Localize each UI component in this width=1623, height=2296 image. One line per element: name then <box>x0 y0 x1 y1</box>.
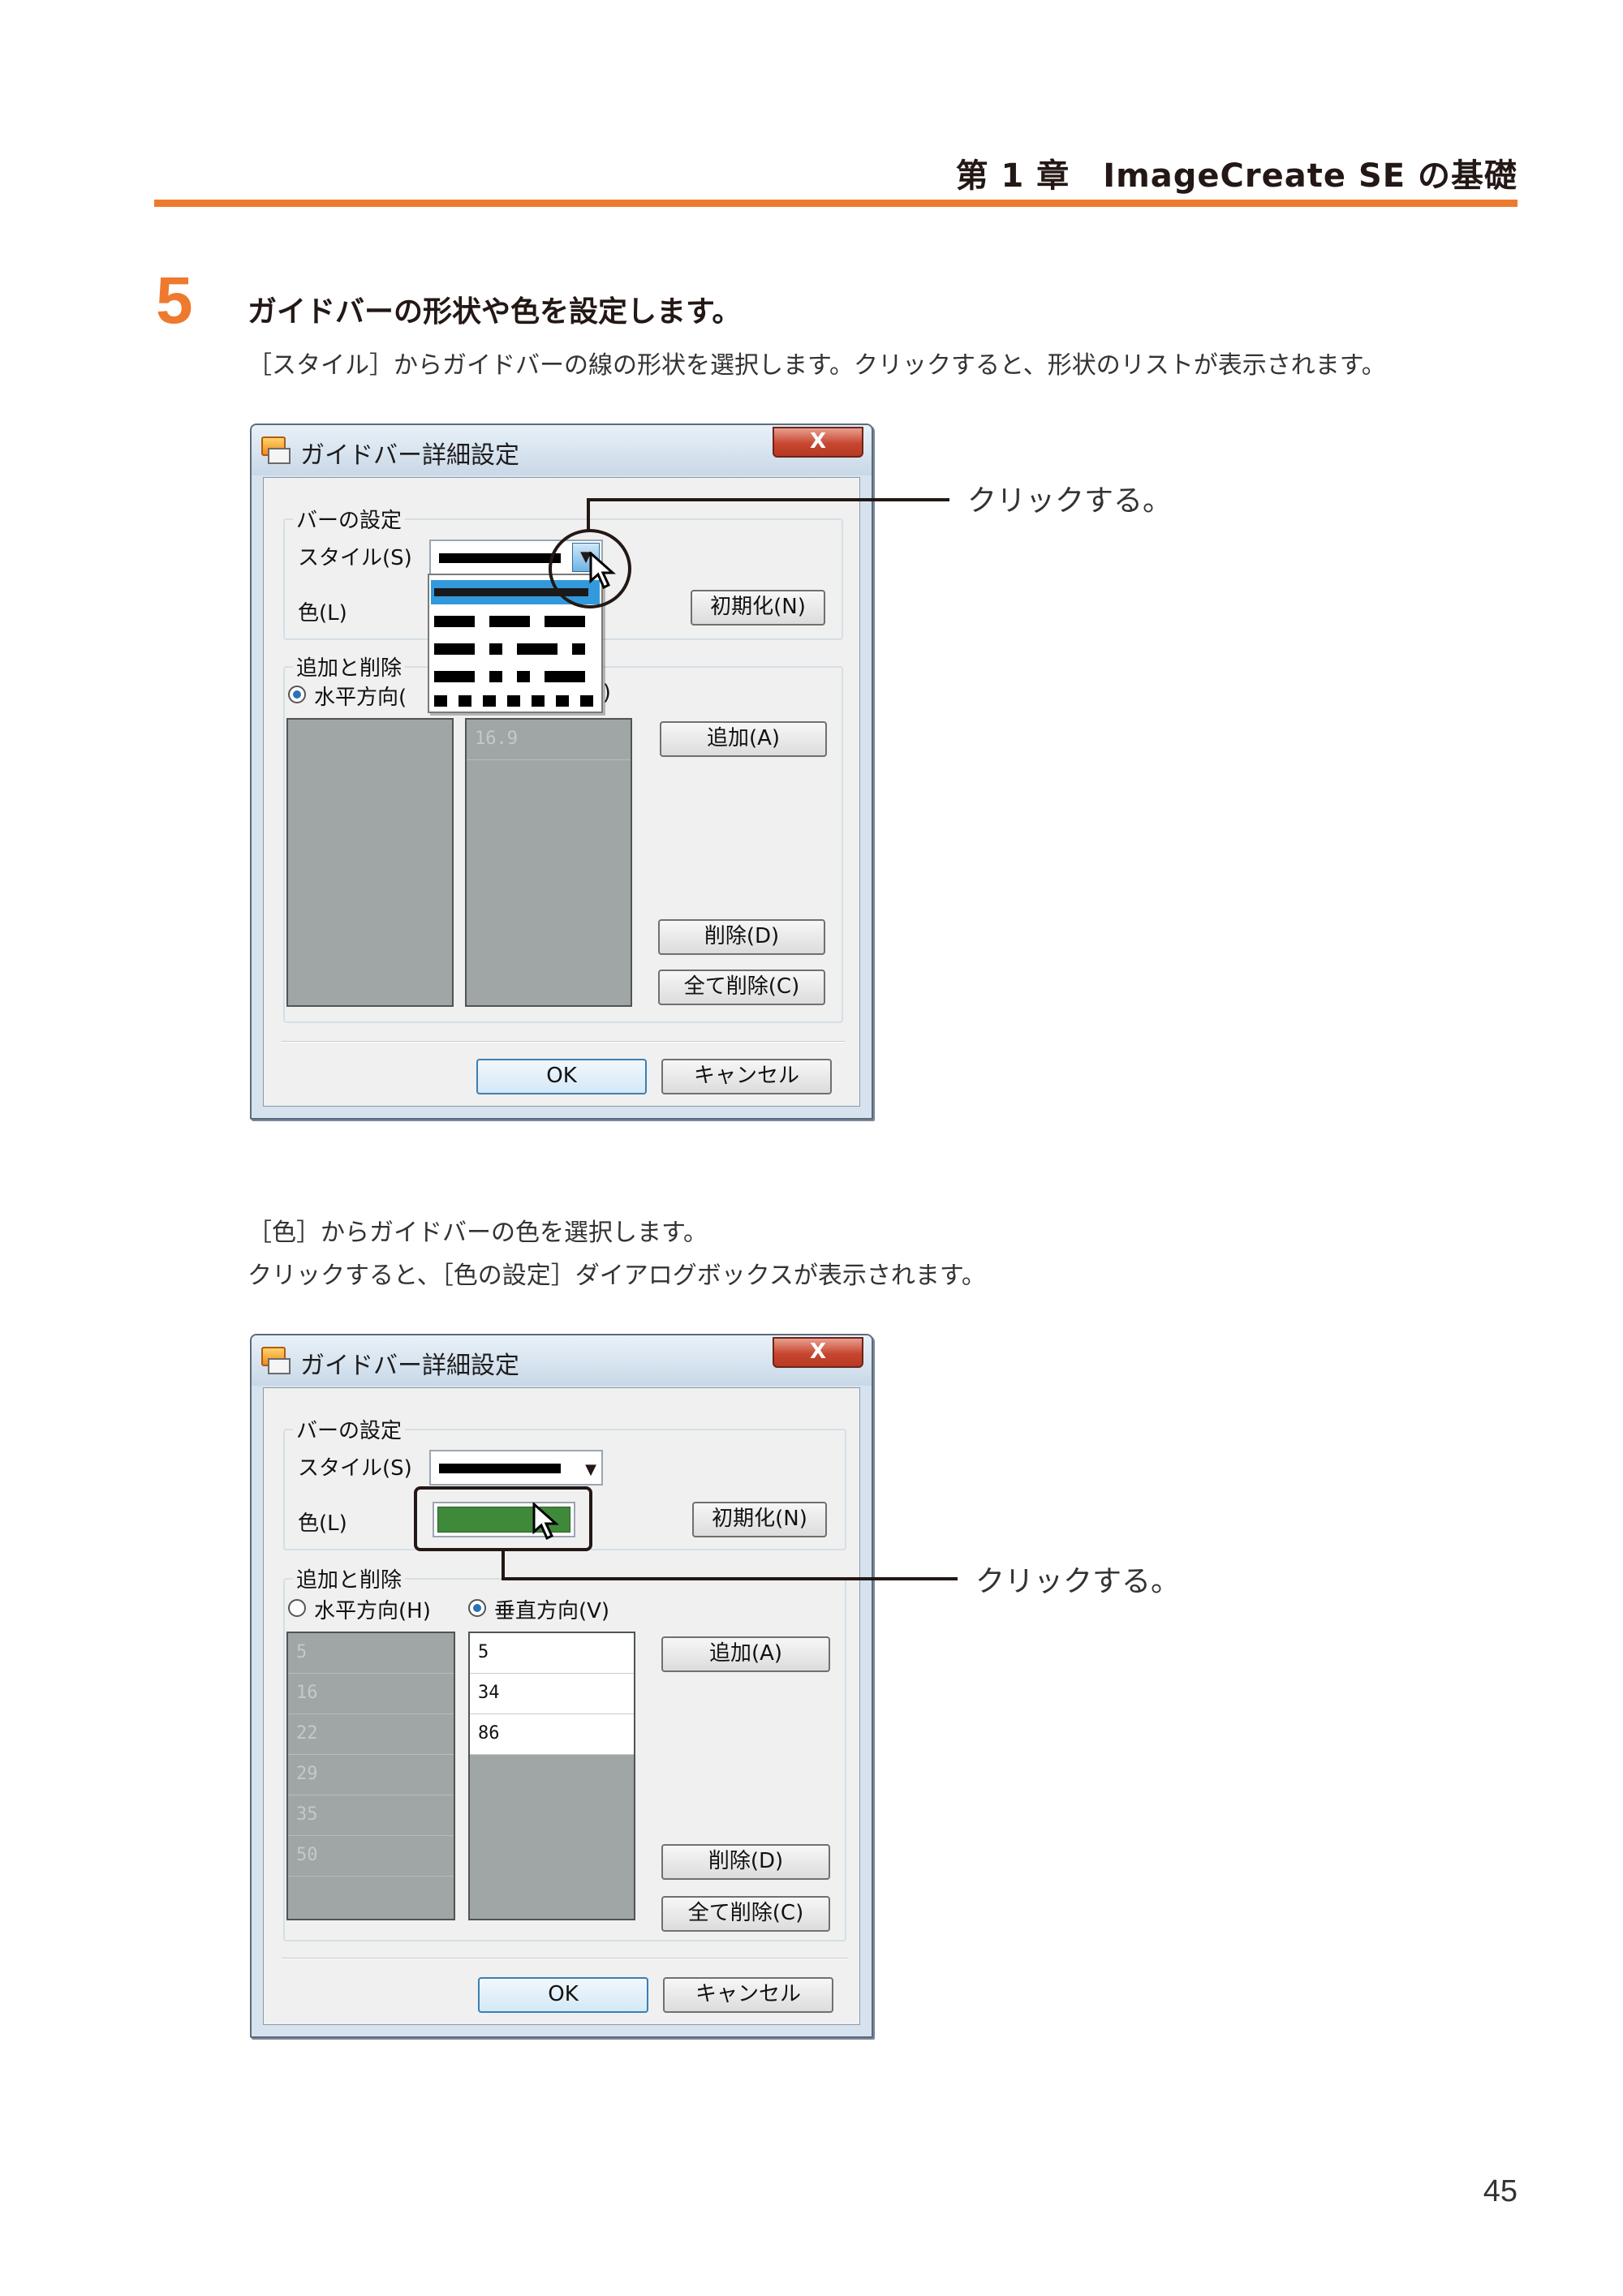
style-label: スタイル(S) <box>298 1456 412 1481</box>
step-heading: ガイドバーの形状や色を設定します。 <box>248 295 742 329</box>
color-text-line1: ［色］からガイドバーの色を選択します。 <box>248 1219 708 1247</box>
vertical-list[interactable]: 5 34 86 <box>468 1632 635 1920</box>
vertical-list[interactable]: 16.9 <box>465 718 632 1007</box>
titlebar: ガイドバー詳細設定 X <box>252 425 872 475</box>
separator <box>282 1041 845 1043</box>
cancel-button[interactable]: キャンセル <box>663 1977 833 2013</box>
chapter-header: 第 1 章 ImageCreate SE の基礎 <box>154 146 1518 207</box>
bar-settings-label: バーの設定 <box>293 504 406 534</box>
cancel-button[interactable]: キャンセル <box>661 1059 832 1094</box>
list-item[interactable]: 29 <box>288 1755 454 1795</box>
separator <box>282 1958 848 1959</box>
add-delete-label: 追加と削除 <box>293 651 406 681</box>
style-combo[interactable]: ▼ <box>429 1450 603 1486</box>
page-number: 45 <box>1483 2174 1518 2208</box>
vertical-label: 垂直方向(V) <box>494 1599 610 1623</box>
dialog-color-screenshot: ガイドバー詳細設定 X バーの設定 スタイル(S) ▼ 色(L) 初期化(N) … <box>250 1334 873 2038</box>
delete-all-button[interactable]: 全て削除(C) <box>661 1896 830 1932</box>
ok-button[interactable]: OK <box>476 1059 647 1094</box>
list-item[interactable]: 5 <box>470 1633 634 1674</box>
callout-click-style: クリックする。 <box>967 484 1173 518</box>
horizontal-label: 水平方向( <box>314 686 407 710</box>
header-rule <box>154 200 1518 207</box>
list-item[interactable]: 34 <box>470 1674 634 1714</box>
horizontal-label: 水平方向(H) <box>314 1599 431 1623</box>
titlebar: ガイドバー詳細設定 X <box>252 1335 872 1386</box>
list-item[interactable]: 16.9 <box>467 720 631 760</box>
step-intro: ［スタイル］からガイドバーの線の形状を選択します。クリックすると、形状のリストが… <box>248 351 1386 380</box>
delete-button[interactable]: 削除(D) <box>658 919 825 955</box>
highlight-rect <box>414 1486 592 1551</box>
chevron-down-icon[interactable]: ▼ <box>585 1461 596 1478</box>
style-label: スタイル(S) <box>298 546 412 570</box>
style-option-long-dash[interactable] <box>434 609 596 634</box>
add-delete-label: 追加と削除 <box>293 1563 406 1593</box>
vertical-radio[interactable] <box>468 1599 486 1617</box>
list-item[interactable]: 5 <box>288 1633 454 1674</box>
dialog-client: バーの設定 スタイル(S) ▼ 色(L) 初期化(N) 追加と削除 水平方向(H… <box>263 1387 860 2025</box>
style-option-dash-dot-dot[interactable] <box>434 664 596 689</box>
bar-settings-label: バーの設定 <box>293 1414 406 1444</box>
list-item[interactable]: 16 <box>288 1674 454 1714</box>
add-button[interactable]: 追加(A) <box>660 721 827 757</box>
callout-click-color: クリックする。 <box>975 1565 1181 1598</box>
chapter-title: 第 1 章 ImageCreate SE の基礎 <box>955 157 1518 195</box>
list-item[interactable]: 50 <box>288 1836 454 1877</box>
style-option-dotted[interactable] <box>434 689 596 713</box>
horizontal-list[interactable]: 5 16 22 29 35 50 <box>286 1632 455 1920</box>
delete-all-button[interactable]: 全て削除(C) <box>658 970 825 1005</box>
app-icon <box>261 1347 291 1374</box>
color-label: 色(L) <box>298 1511 347 1536</box>
callout-line-horizontal <box>588 498 949 501</box>
dialog-title: ガイドバー詳細設定 <box>300 441 519 470</box>
color-text-line2: クリックすると、［色の設定］ダイアログボックスが表示されます。 <box>248 1262 986 1290</box>
style-option-dash-dot[interactable] <box>434 637 596 661</box>
reset-button[interactable]: 初期化(N) <box>692 1502 827 1537</box>
dialog-title: ガイドバー詳細設定 <box>300 1352 519 1380</box>
dialog-style-screenshot: ガイドバー詳細設定 X バーの設定 スタイル(S) ▼ 色(L) 初期化(N) … <box>250 424 873 1120</box>
cursor-icon <box>532 1503 559 1541</box>
step-number: 5 <box>156 264 193 338</box>
reset-button[interactable]: 初期化(N) <box>691 590 825 626</box>
list-item[interactable]: 22 <box>288 1714 454 1755</box>
ok-button[interactable]: OK <box>478 1977 648 2013</box>
delete-button[interactable]: 削除(D) <box>661 1844 830 1880</box>
app-icon <box>261 436 291 464</box>
callout-line-horizontal <box>502 1577 958 1580</box>
style-line-sample <box>439 553 561 563</box>
style-line-sample <box>439 1464 561 1473</box>
horizontal-radio[interactable] <box>288 1599 306 1617</box>
callout-line-vertical <box>502 1550 505 1579</box>
color-label: 色(L) <box>298 601 347 626</box>
add-button[interactable]: 追加(A) <box>661 1636 830 1672</box>
list-item[interactable]: 86 <box>470 1714 634 1755</box>
cursor-icon <box>589 552 616 590</box>
horizontal-list[interactable] <box>286 718 454 1007</box>
list-item[interactable]: 35 <box>288 1795 454 1836</box>
close-button[interactable]: X <box>773 427 863 458</box>
horizontal-radio[interactable] <box>288 686 306 703</box>
close-button[interactable]: X <box>773 1337 863 1368</box>
callout-line-vertical <box>587 498 590 531</box>
